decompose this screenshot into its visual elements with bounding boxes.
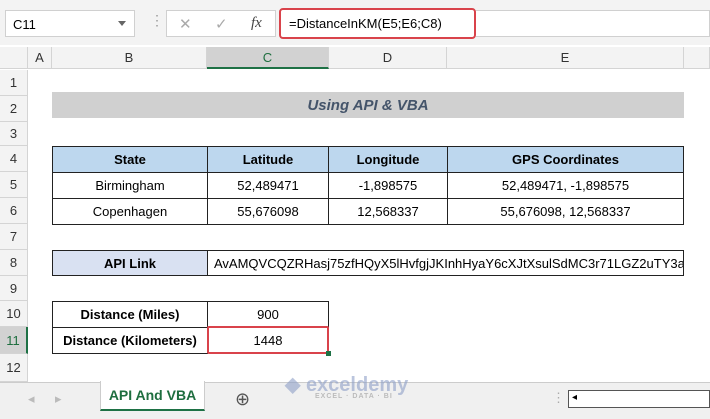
scroll-left-icon[interactable]: ◂ xyxy=(28,391,35,407)
row-header[interactable]: 10 xyxy=(0,301,28,327)
header-gps[interactable]: GPS Coordinates xyxy=(447,146,684,173)
row-header[interactable]: 9 xyxy=(0,276,28,301)
column-header-f[interactable] xyxy=(684,47,710,69)
api-link-value[interactable]: AvAMQVCQZRHasj75zfHQyX5lHvfgjJKInhHyaY6c… xyxy=(207,250,684,276)
distance-km-value-selected[interactable]: 1448 xyxy=(207,326,329,354)
name-box-value: C11 xyxy=(13,17,36,32)
gps-cell[interactable]: 55,676098, 12,568337 xyxy=(447,198,684,225)
header-longitude[interactable]: Longitude xyxy=(328,146,448,173)
row-header[interactable]: 8 xyxy=(0,250,28,276)
exceldemy-watermark: ◆ exceldemy EXCEL · DATA · BI xyxy=(285,374,409,400)
scroll-right-icon[interactable]: ▸ xyxy=(55,391,62,407)
select-all-button[interactable] xyxy=(0,47,28,69)
insert-function-icon[interactable]: fx xyxy=(251,15,262,32)
horizontal-scrollbar[interactable]: ◂ xyxy=(568,390,710,408)
add-sheet-icon[interactable]: ⊕ xyxy=(235,389,250,410)
cancel-icon[interactable]: ✕ xyxy=(179,15,192,33)
api-link-label[interactable]: API Link xyxy=(52,250,208,276)
latitude-cell[interactable]: 52,489471 xyxy=(207,172,329,199)
column-header-e[interactable]: E xyxy=(447,47,684,69)
name-box[interactable]: C11 xyxy=(5,10,135,37)
fill-handle[interactable] xyxy=(326,351,331,356)
state-cell[interactable]: Birmingham xyxy=(52,172,208,199)
row-header[interactable]: 4 xyxy=(0,146,28,172)
row-header[interactable]: 11 xyxy=(0,327,28,354)
chevron-down-icon[interactable] xyxy=(118,21,126,26)
column-header-d[interactable]: D xyxy=(329,47,447,69)
row-header[interactable]: 12 xyxy=(0,354,28,382)
row-header[interactable]: 3 xyxy=(0,122,28,146)
column-header-b[interactable]: B xyxy=(52,47,207,69)
longitude-cell[interactable]: -1,898575 xyxy=(328,172,448,199)
distance-miles-label[interactable]: Distance (Miles) xyxy=(52,301,208,328)
formula-input[interactable]: =DistanceInKM(E5;E6;C8) xyxy=(279,8,476,39)
row-header[interactable]: 1 xyxy=(0,70,28,96)
row-header[interactable]: 2 xyxy=(0,96,28,122)
distance-km-label[interactable]: Distance (Kilometers) xyxy=(52,327,208,354)
row-header[interactable]: 5 xyxy=(0,172,28,198)
latitude-cell[interactable]: 55,676098 xyxy=(207,198,329,225)
sheet-tab-api-and-vba[interactable]: API And VBA xyxy=(100,381,205,411)
formula-buttons: ✕ ✓ fx xyxy=(166,10,276,37)
row-header[interactable]: 6 xyxy=(0,198,28,224)
state-cell[interactable]: Copenhagen xyxy=(52,198,208,225)
column-header-a[interactable]: A xyxy=(28,47,52,69)
sheet-title: Using API & VBA xyxy=(52,92,684,118)
header-state[interactable]: State xyxy=(52,146,208,173)
split-handle-icon[interactable]: ⋮ xyxy=(552,390,565,406)
formula-input-extension[interactable] xyxy=(476,10,710,37)
enter-icon[interactable]: ✓ xyxy=(215,15,228,33)
scroll-left-arrow-icon[interactable]: ◂ xyxy=(572,392,577,403)
longitude-cell[interactable]: 12,568337 xyxy=(328,198,448,225)
header-latitude[interactable]: Latitude xyxy=(207,146,329,173)
distance-miles-value[interactable]: 900 xyxy=(207,301,329,328)
drag-handle-icon[interactable]: ⋮ xyxy=(150,12,164,29)
column-header-c[interactable]: C xyxy=(207,47,329,69)
row-header[interactable]: 7 xyxy=(0,224,28,250)
gps-cell[interactable]: 52,489471, -1,898575 xyxy=(447,172,684,199)
